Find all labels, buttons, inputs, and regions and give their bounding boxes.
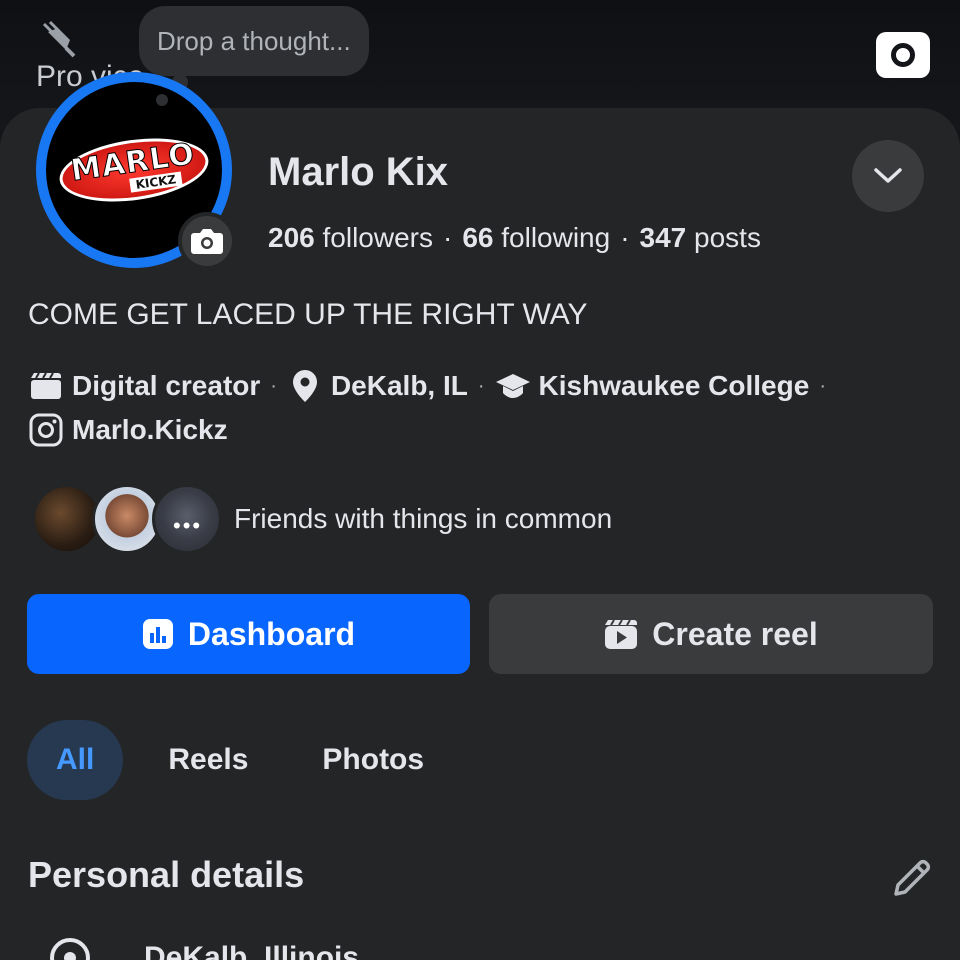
- personal-detail-item[interactable]: DeKalb, Illinois: [48, 936, 359, 960]
- tab-reels[interactable]: Reels: [139, 720, 277, 800]
- followers-count: 206: [268, 222, 315, 253]
- thought-bubble-tail-dot: [156, 94, 168, 106]
- school-label[interactable]: Kishwaukee College: [539, 370, 810, 402]
- more-dots-icon: •••: [173, 513, 203, 538]
- tab-photos[interactable]: Photos: [293, 720, 453, 800]
- location-pin-icon: [287, 368, 323, 404]
- create-reel-label: Create reel: [652, 615, 818, 652]
- separator-dot: ·: [442, 222, 453, 253]
- tab-all[interactable]: All: [27, 720, 124, 800]
- profile-info-line: Marlo.Kickz: [28, 412, 228, 448]
- followers-stat[interactable]: 206 followers: [268, 222, 433, 253]
- instagram-handle-link[interactable]: Marlo.Kickz: [72, 414, 228, 446]
- followers-label: followers: [322, 222, 433, 253]
- thought-bubble[interactable]: Drop a thought...: [139, 6, 369, 76]
- separator-dot: ·: [819, 374, 826, 397]
- create-reel-button[interactable]: Create reel: [489, 594, 933, 674]
- profile-dropdown-button[interactable]: [852, 140, 924, 212]
- profile-tabs: All Reels Photos: [27, 720, 469, 800]
- dashboard-button[interactable]: Dashboard: [27, 594, 470, 674]
- separator-dot: ·: [270, 374, 277, 397]
- profile-stats: 206 followers · 66 following · 347 posts: [268, 222, 761, 254]
- personal-detail-text: DeKalb, Illinois: [144, 941, 360, 960]
- dashboard-chart-icon: [142, 618, 174, 650]
- friend-avatar-more: •••: [152, 484, 222, 554]
- mutual-friends-row[interactable]: ••• Friends with things in common: [32, 484, 612, 554]
- friends-common-text: Friends with things in common: [234, 503, 613, 534]
- marlo-kickz-logo: MARLO KICKZ: [55, 129, 213, 211]
- pencil-icon[interactable]: [890, 856, 934, 900]
- location-circle-icon: [50, 938, 90, 960]
- posts-label: posts: [694, 222, 761, 253]
- separator-dot: ·: [620, 222, 630, 253]
- avatar-camera-button[interactable]: [178, 212, 236, 270]
- separator-dot: ·: [477, 374, 485, 397]
- personal-details-title: Personal details: [28, 854, 305, 895]
- posts-stat[interactable]: 347 posts: [640, 222, 761, 253]
- camera-icon: [191, 229, 223, 254]
- chevron-down-icon: [874, 168, 902, 183]
- category-label: Digital creator: [72, 370, 261, 401]
- location-label[interactable]: DeKalb, IL: [331, 370, 468, 402]
- graduation-cap-icon: [495, 368, 531, 404]
- reel-icon: [604, 618, 638, 650]
- instagram-icon: [28, 412, 64, 448]
- plug-icon: [42, 20, 76, 58]
- following-count: 66: [462, 222, 494, 253]
- posts-count: 347: [639, 222, 687, 253]
- profile-name: Marlo Kix: [268, 150, 449, 194]
- profile-bio: COME GET LACED UP THE RIGHT WAY: [28, 298, 588, 331]
- cover-camera-icon[interactable]: [876, 32, 930, 78]
- following-stat[interactable]: 66 following: [462, 222, 610, 253]
- dashboard-label: Dashboard: [187, 615, 356, 652]
- following-label: following: [501, 222, 611, 253]
- profile-info-line: Digital creator · DeKalb, IL · Kishwauke…: [28, 368, 836, 404]
- clapperboard-icon: [28, 368, 64, 404]
